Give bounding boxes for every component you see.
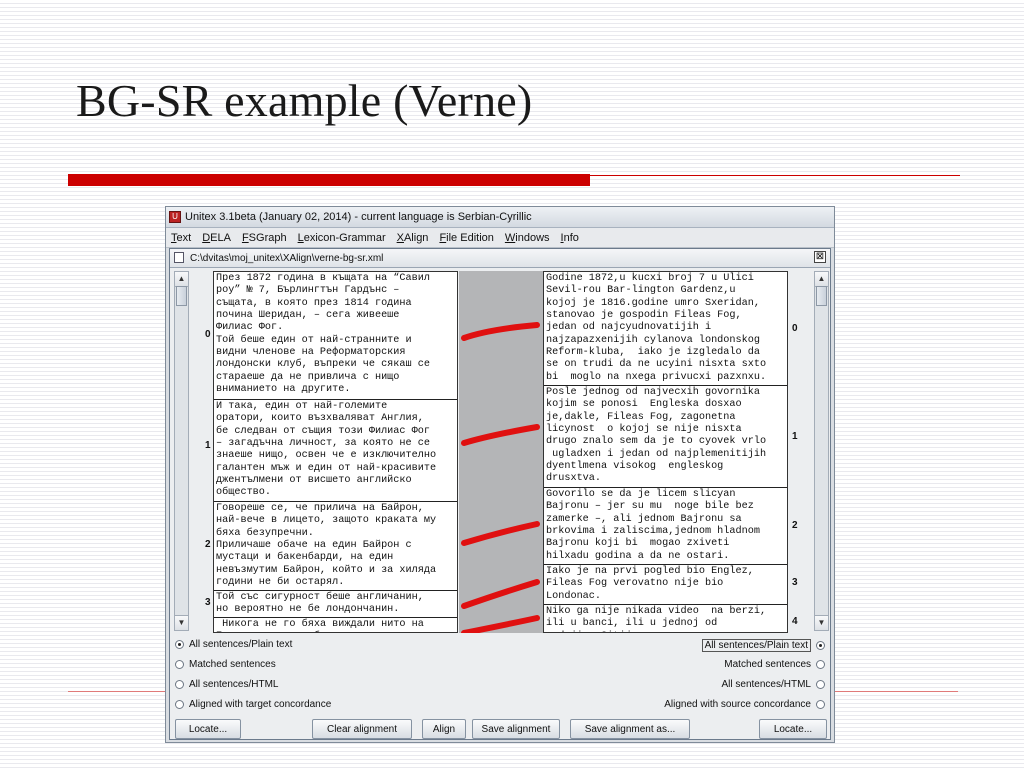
menu-mnemonic: X [396,231,404,244]
xalign-frame: C:\dvitas\moj_unitex\XAlign\verne-bg-sr.… [169,248,831,740]
target-index: 4 [792,616,798,627]
menu-lexicon-grammar[interactable]: Lexicon-Grammar [293,232,392,244]
target-scrollbar[interactable]: ▲ ▼ [814,271,829,631]
align-button[interactable]: Align [422,719,466,739]
menu-mnemonic: D [202,231,211,244]
option-label: All sentences/Plain text [189,639,293,650]
menu-label: Align [403,231,429,244]
target-option-matched[interactable]: Matched sentences [724,659,825,670]
unitex-window: U Unitex 3.1beta (January 02, 2014) - cu… [165,206,835,743]
app-titlebar: U Unitex 3.1beta (January 02, 2014) - cu… [166,207,834,228]
target-index: 1 [792,431,798,442]
menu-windows[interactable]: Windows [500,232,556,244]
menu-xalign[interactable]: XAlign [392,232,435,244]
radio-icon[interactable] [816,660,825,669]
menu-info[interactable]: Info [556,232,585,244]
target-option-concordance[interactable]: Aligned with source concordance [664,699,825,710]
radio-selected-icon[interactable] [816,641,825,650]
target-sentence[interactable]: Niko ga nije nikada video na berzi, ili … [544,605,787,632]
menu-mnemonic: W [504,231,516,244]
alignment-link-1 [461,424,540,446]
source-index: 0 [205,329,211,340]
scroll-down-icon[interactable]: ▼ [815,615,828,630]
source-sentence[interactable]: Говореше се, че прилича на Байрон, най-в… [214,502,457,591]
option-label: All sentences/HTML [189,679,279,690]
source-option-concordance[interactable]: Aligned with target concordance [175,699,331,710]
source-option-matched[interactable]: Matched sentences [175,659,276,670]
menu-file-edition[interactable]: File Edition [434,232,499,244]
target-option-plain[interactable]: All sentences/Plain text [701,639,825,652]
target-index: 0 [792,323,798,334]
menu-label: ile Edition [446,231,494,244]
menu-label: ELA [210,231,231,244]
unitex-app-icon: U [169,211,181,223]
locate-source-button[interactable]: Locate... [175,719,241,739]
source-index: 3 [205,597,211,608]
alignment-link-2 [461,521,540,546]
document-icon [174,252,184,263]
clear-alignment-button[interactable]: Clear alignment [312,719,412,739]
title-underline-line [590,175,960,176]
option-label: Aligned with target concordance [189,699,332,710]
scroll-up-icon[interactable]: ▲ [175,272,188,287]
menu-dela[interactable]: DELA [197,232,237,244]
target-sentence[interactable]: Iako je na prvi pogled bio Englez, Filea… [544,565,787,605]
target-sentence[interactable]: Govorilo se da je licem slicyan Bajronu … [544,488,787,565]
scroll-thumb[interactable] [176,286,187,306]
menu-label: nfo [563,231,579,244]
source-text-pane[interactable]: През 1872 година в къщата на “Савил роу”… [213,271,458,633]
radio-icon[interactable] [175,680,184,689]
menu-text[interactable]: Text [166,232,197,244]
menu-fsgraph[interactable]: FSGraph [237,232,293,244]
radio-icon[interactable] [816,680,825,689]
radio-selected-icon[interactable] [175,640,184,649]
source-scrollbar[interactable]: ▲ ▼ [174,271,189,631]
option-label: All sentences/HTML [721,679,811,690]
menu-mnemonic: F [241,231,249,244]
option-label: Aligned with source concordance [664,699,811,710]
option-label: All sentences/Plain text [701,639,811,652]
scroll-thumb[interactable] [816,286,827,306]
source-index: 1 [205,440,211,451]
source-sentence[interactable]: Никога не го бяха виждали нито на Борсат… [214,618,457,632]
alignment-link-4 [461,615,540,633]
option-label: Matched sentences [724,659,811,670]
radio-icon[interactable] [816,700,825,709]
source-sentence[interactable]: През 1872 година в къщата на “Савил роу”… [214,272,457,400]
scroll-down-icon[interactable]: ▼ [175,615,188,630]
target-index: 2 [792,520,798,531]
source-option-plain[interactable]: All sentences/Plain text [175,639,292,650]
target-option-html[interactable]: All sentences/HTML [722,679,825,690]
menu-label: SGraph [248,231,287,244]
radio-icon[interactable] [175,700,184,709]
alignment-links [461,322,540,633]
title-underline-bar [68,174,590,186]
source-index: 2 [205,539,211,550]
target-sentence[interactable]: Posle jednog od najvecxih govornika koji… [544,386,787,488]
slide-title: BG-SR example (Verne) [76,75,533,126]
save-alignment-button[interactable]: Save alignment [472,719,560,739]
target-sentence[interactable]: Godine 1872,u kucxi broj 7 u Ulici Sevil… [544,272,787,386]
target-text-pane[interactable]: Godine 1872,u kucxi broj 7 u Ulici Sevil… [543,271,788,633]
alignment-link-3 [461,579,540,609]
source-option-html[interactable]: All sentences/HTML [175,679,278,690]
app-title: Unitex 3.1beta (January 02, 2014) - curr… [185,211,532,223]
save-alignment-as-button[interactable]: Save alignment as... [570,719,690,739]
locate-target-button[interactable]: Locate... [759,719,827,739]
option-label: Matched sentences [189,659,276,670]
radio-icon[interactable] [175,660,184,669]
menu-label: ext [176,231,192,244]
menu-label: exicon-Grammar [303,231,386,244]
alignment-link-0 [461,322,540,341]
scroll-up-icon[interactable]: ▲ [815,272,828,287]
target-index: 3 [792,577,798,588]
menu-label: indows [515,231,550,244]
source-sentence[interactable]: И така, един от най-големите оратори, ко… [214,400,457,502]
source-sentence[interactable]: Той със сигурност беше англичанин, но ве… [214,591,457,618]
frame-title: C:\dvitas\moj_unitex\XAlign\verne-bg-sr.… [190,252,384,264]
close-icon[interactable]: ⊠ [814,251,826,263]
menubar: Text DELA FSGraph Lexicon-Grammar XAlign… [166,228,834,248]
frame-titlebar: C:\dvitas\moj_unitex\XAlign\verne-bg-sr.… [170,249,830,268]
